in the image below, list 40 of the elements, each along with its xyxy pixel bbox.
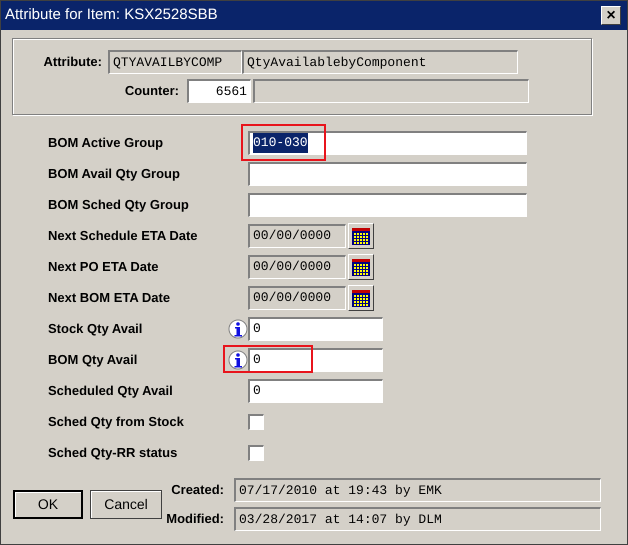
calendar-button[interactable] <box>348 222 374 248</box>
field-label: Next BOM ETA Date <box>48 291 172 304</box>
audit-field: 03/28/2017 at 14:07 by DLM <box>234 507 601 531</box>
field-label: BOM Qty Avail <box>48 353 138 366</box>
date-field[interactable]: 00/00/0000 <box>248 224 346 248</box>
field-label: BOM Sched Qty Group <box>48 198 190 211</box>
field-label: BOM Avail Qty Group <box>48 167 181 180</box>
attribute-label: Attribute: <box>42 53 103 72</box>
checkbox[interactable] <box>248 414 264 430</box>
counter-label: Counter: <box>124 82 180 100</box>
info-icon[interactable] <box>228 318 248 338</box>
info-icon[interactable] <box>228 350 248 370</box>
attribute-description-field: QtyAvailablebyComponent <box>242 50 518 74</box>
field-label: Sched Qty-RR status <box>48 446 178 459</box>
audit-label: Modified: <box>166 510 225 528</box>
audit-field: 07/17/2010 at 19:43 by EMK <box>234 478 601 502</box>
calendar-button[interactable] <box>348 254 374 280</box>
date-field[interactable]: 00/00/0000 <box>248 286 346 310</box>
field-label: Sched Qty from Stock <box>48 415 185 428</box>
field-label: Next Schedule ETA Date <box>48 229 199 242</box>
window-title: Attribute for Item: KSX2528SBB <box>5 5 218 26</box>
text-field[interactable] <box>248 192 527 216</box>
checkbox[interactable] <box>248 444 264 460</box>
ok-button[interactable]: OK <box>13 490 83 519</box>
cancel-button[interactable]: Cancel <box>90 490 162 519</box>
field-label: Stock Qty Avail <box>48 322 144 335</box>
attribute-code-field: QTYAVAILBYCOMP <box>108 50 242 74</box>
field-label: Scheduled Qty Avail <box>48 384 174 397</box>
field-label: BOM Active Group <box>48 136 164 149</box>
audit-label: Created: <box>170 481 225 500</box>
counter-field: 6561 <box>187 79 251 103</box>
text-field[interactable]: 010-030 <box>248 130 527 154</box>
quantity-field[interactable]: 0 <box>248 348 383 372</box>
close-button[interactable]: × <box>601 6 621 25</box>
text-field[interactable] <box>248 162 527 186</box>
field-label: Next PO ETA Date <box>48 260 160 273</box>
quantity-field[interactable]: 0 <box>248 378 383 402</box>
calendar-button[interactable] <box>348 284 374 310</box>
date-field[interactable]: 00/00/0000 <box>248 254 346 278</box>
quantity-field[interactable]: 0 <box>248 316 383 340</box>
